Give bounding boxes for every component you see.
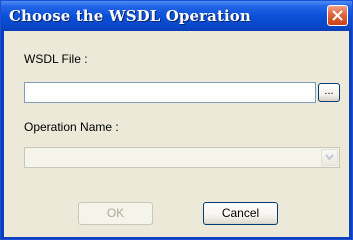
dialog-window: Choose the WSDL Operation WSDL File : ..… — [0, 0, 353, 240]
wsdl-file-input[interactable] — [24, 82, 316, 103]
close-icon — [332, 10, 343, 21]
operation-name-select[interactable] — [24, 147, 340, 168]
dropdown-button[interactable] — [321, 149, 338, 166]
dialog-body: WSDL File : ... Operation Name : OK Canc… — [4, 31, 349, 237]
ok-button[interactable]: OK — [78, 202, 153, 225]
wsdl-file-label: WSDL File : — [24, 52, 88, 66]
chevron-down-icon — [325, 154, 334, 161]
cancel-button[interactable]: Cancel — [203, 202, 278, 225]
close-button[interactable] — [327, 5, 348, 26]
browse-button[interactable]: ... — [318, 83, 340, 102]
operation-name-label: Operation Name : — [24, 120, 119, 134]
title-bar[interactable]: Choose the WSDL Operation — [1, 1, 352, 31]
dialog-title: Choose the WSDL Operation — [9, 7, 251, 25]
